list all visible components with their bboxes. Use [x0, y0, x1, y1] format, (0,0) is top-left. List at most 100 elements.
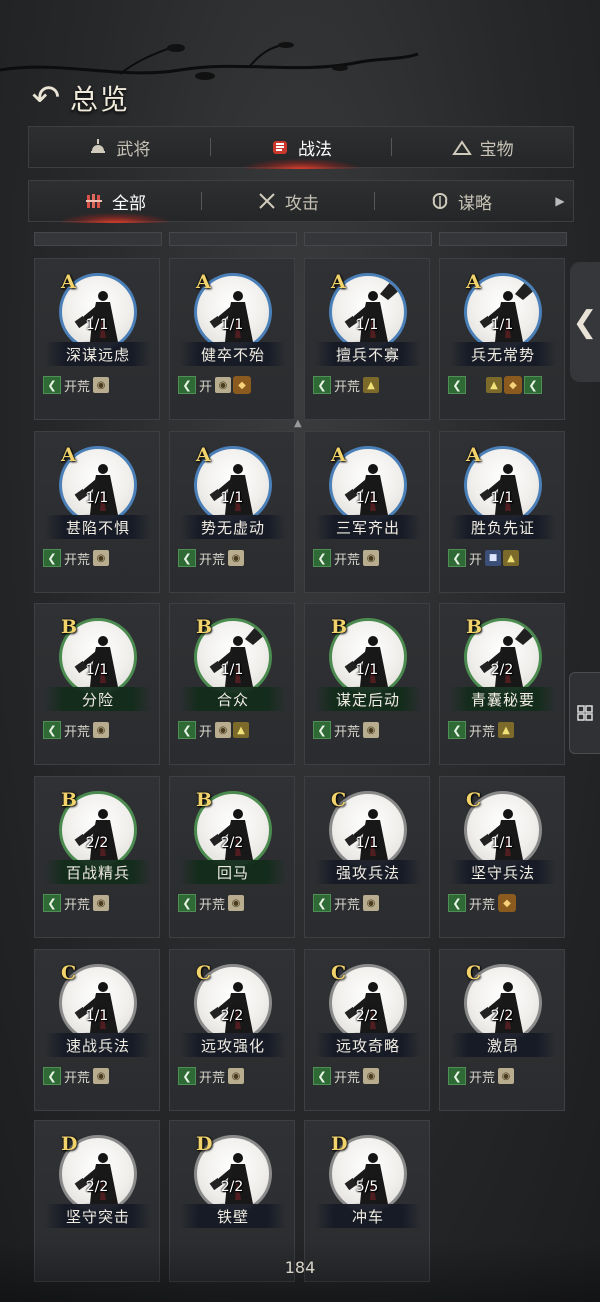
tactic-count: 2/2 [220, 1179, 244, 1195]
tactic-count: 1/1 [85, 662, 109, 678]
tactic-card[interactable]: B 2/2 回马 ❮ 开荒 ◉ [169, 776, 295, 938]
grade-badge: A [196, 444, 211, 466]
tactic-count: 1/1 [220, 662, 244, 678]
tab-label: 战法 [298, 139, 332, 160]
grade-badge: D [61, 1133, 78, 1155]
terrain-arrow-icon: ❮ [313, 376, 331, 394]
tab-tactics[interactable]: 战法 [211, 127, 392, 169]
terrain-arrow-icon: ❮ [313, 894, 331, 912]
tag-row: ❮ ▲ ◆ ❮ [448, 375, 542, 395]
list-item-partial [169, 232, 297, 246]
list-item-partial [34, 232, 162, 246]
tactic-card[interactable]: B 1/1 合众 ❮ 开 ◉ ▲ [169, 603, 295, 765]
tab-attack[interactable]: 攻击 [202, 181, 374, 221]
tactic-card[interactable]: C 1/1 速战兵法 ❮ 开荒 ◉ [34, 949, 160, 1111]
brain-icon [430, 191, 450, 211]
tag-label: 开荒 [334, 379, 361, 395]
tactic-name: 百战精兵 [45, 860, 151, 884]
grid-view-button[interactable] [569, 672, 600, 754]
tab-generals[interactable]: 武将 [29, 127, 210, 167]
grid-view-icon [577, 705, 593, 721]
tag-label: 开荒 [199, 897, 226, 913]
list-item-partial [304, 232, 432, 246]
terrain-arrow-icon: ❮ [448, 1067, 466, 1085]
supply-bag-icon: ◉ [215, 722, 232, 738]
tag-row: ❮ 开荒 ◉ [43, 548, 110, 568]
tag-row: ❮ 开荒 ◉ [313, 720, 380, 740]
terrain-arrow-icon: ❮ [524, 376, 542, 394]
helmet-badge-icon: ▲ [363, 377, 380, 393]
terrain-arrow-icon: ❮ [178, 721, 196, 739]
tactic-name: 健卒不殆 [180, 342, 286, 366]
terrain-arrow-icon: ❮ [178, 376, 196, 394]
tactic-card[interactable]: C 1/1 强攻兵法 ❮ 开荒 ◉ [304, 776, 430, 938]
tactic-card[interactable]: B 1/1 分险 ❮ 开荒 ◉ [34, 603, 160, 765]
tag-row: ❮ 开 ◉ ◆ [178, 375, 252, 395]
terrain-arrow-icon: ❮ [448, 721, 466, 739]
back-arrow-icon[interactable]: ↶ [26, 78, 66, 118]
terrain-arrow-icon: ❮ [178, 894, 196, 912]
supply-bag-icon: ◉ [363, 895, 380, 911]
helmet-badge-icon: ▲ [503, 550, 520, 566]
grade-badge: C [331, 789, 347, 811]
tag-row: ❮ 开荒 ◉ [448, 1066, 515, 1086]
tactic-card[interactable]: A 1/1 深谋远虑 ❮ 开荒 ◉ [34, 258, 160, 420]
terrain-arrow-icon: ❮ [43, 1067, 61, 1085]
tactic-card[interactable]: A 1/1 三军齐出 ❮ 开荒 ◉ [304, 431, 430, 593]
tab-label: 宝物 [479, 139, 514, 160]
tag-row: ❮ 开荒 ◉ [43, 893, 110, 913]
tactic-card[interactable]: C 2/2 远攻奇略 ❮ 开荒 ◉ [304, 949, 430, 1111]
scroll-right-arrow-icon[interactable]: ▶ [547, 194, 573, 208]
tag-label: 开荒 [469, 897, 496, 913]
tactic-name: 兵无常势 [450, 342, 556, 366]
tactic-card[interactable]: C 1/1 坚守兵法 ❮ 开荒 ◆ [439, 776, 565, 938]
helmet-badge-icon: ▲ [486, 377, 502, 393]
tactic-card[interactable]: A 1/1 势无虚动 ❮ 开荒 ◉ [169, 431, 295, 593]
tactic-name: 冲车 [315, 1204, 421, 1228]
tactic-name: 远攻奇略 [315, 1033, 421, 1057]
tactic-count: 1/1 [355, 490, 379, 506]
supply-bag-icon: ◉ [93, 722, 110, 738]
tab-strategy[interactable]: 谋略 [375, 181, 547, 221]
tag-label: 开荒 [334, 897, 361, 913]
fist-icon [270, 137, 290, 157]
tactic-count: 2/2 [85, 835, 109, 851]
main-tab-bar: 武将 战法 宝物 [28, 126, 574, 169]
supply-bag-icon: ◉ [498, 1068, 515, 1084]
tactic-count: 5/5 [355, 1179, 379, 1195]
side-panel-toggle[interactable]: ❮ [570, 262, 600, 382]
tag-row: ❮ 开荒 ◉ [313, 893, 380, 913]
tactic-card[interactable]: C 2/2 远攻强化 ❮ 开荒 ◉ [169, 949, 295, 1111]
crossed-swords-icon [257, 191, 277, 211]
sub-tab-bar: 全部 攻击 谋略 ▶ [28, 180, 574, 223]
tactic-card[interactable]: A 1/1 健卒不殆 ❮ 开 ◉ ◆ [169, 258, 295, 420]
tag-label: 开荒 [334, 724, 361, 740]
tactic-card[interactable]: A 1/1 兵无常势 ❮ ▲ ◆ ❮ [439, 258, 565, 420]
grade-badge: A [466, 271, 481, 293]
tag-label: 开荒 [64, 379, 91, 395]
tactic-card[interactable]: B 1/1 谋定后动 ❮ 开荒 ◉ [304, 603, 430, 765]
tag-row: ❮ 开荒 ◉ [313, 1066, 380, 1086]
tactic-count: 1/1 [220, 317, 244, 333]
shield-icon: ◆ [233, 376, 252, 394]
tactic-name: 谋定后动 [315, 687, 421, 711]
tab-all[interactable]: 全部 [29, 181, 201, 223]
grade-badge: B [466, 616, 483, 638]
tactic-card[interactable]: A 1/1 胜负先证 ❮ 开 ■ ▲ [439, 431, 565, 593]
tactic-card[interactable]: A 1/1 甚陷不惧 ❮ 开荒 ◉ [34, 431, 160, 593]
tactic-card[interactable]: B 2/2 青囊秘要 ❮ 开荒 ▲ [439, 603, 565, 765]
tag-label: 开荒 [64, 897, 91, 913]
tag-row: ❮ 开荒 ◉ [43, 1066, 110, 1086]
tab-label: 谋略 [458, 193, 492, 214]
tag-label: 开荒 [64, 552, 91, 568]
tactic-card[interactable]: A 1/1 擅兵不寡 ❮ 开荒 ▲ [304, 258, 430, 420]
tactic-name: 铁壁 [180, 1204, 286, 1228]
grade-badge: B [196, 789, 213, 811]
tactic-name: 强攻兵法 [315, 860, 421, 884]
tab-treasure[interactable]: 宝物 [392, 127, 573, 167]
tactic-name: 坚守突击 [45, 1204, 151, 1228]
tactic-card[interactable]: B 2/2 百战精兵 ❮ 开荒 ◉ [34, 776, 160, 938]
tag-label: 开荒 [199, 1070, 226, 1086]
terrain-arrow-icon: ❮ [43, 894, 61, 912]
tactic-card[interactable]: C 2/2 激昂 ❮ 开荒 ◉ [439, 949, 565, 1111]
